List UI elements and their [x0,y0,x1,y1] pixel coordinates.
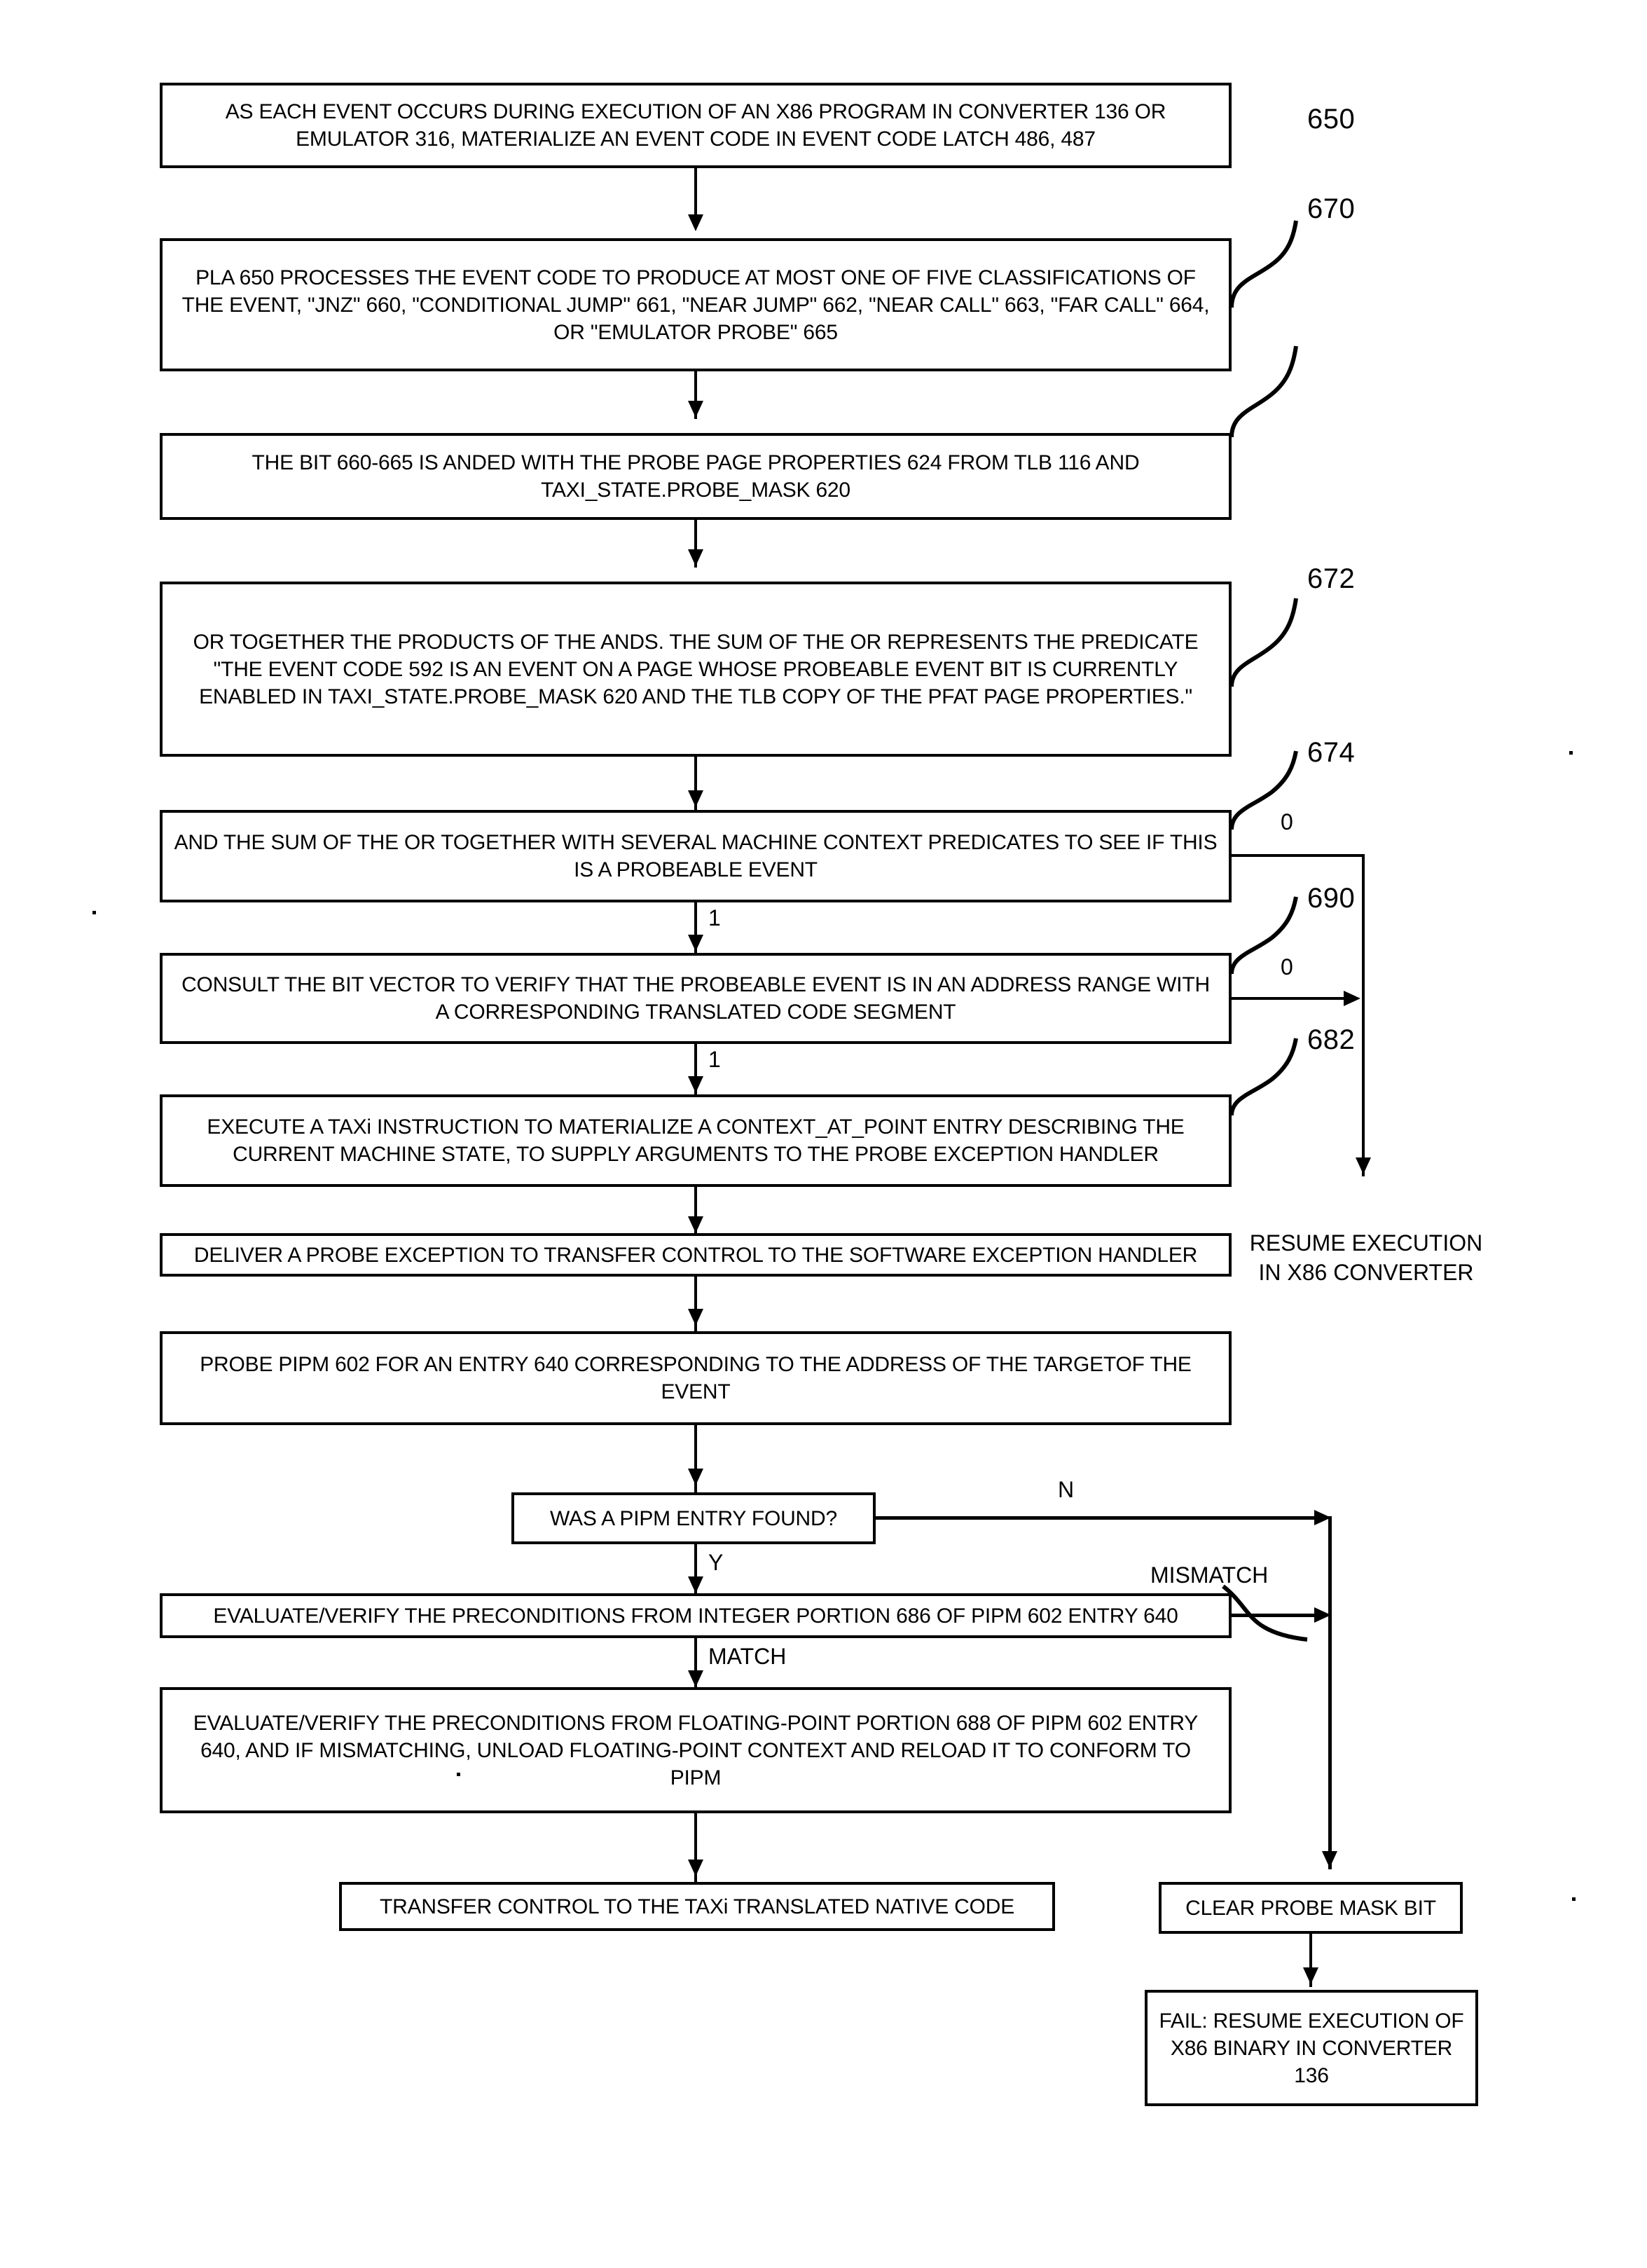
arrowhead-n6-n7 [688,1076,703,1093]
reference-numeral-682: 682 [1307,1024,1356,1055]
scan-speckle [92,911,96,914]
node-pla-classify-event: PLA 650 PROCESSES THE EVENT CODE TO PROD… [160,238,1232,371]
patent-flowchart-figure: AS EACH EVENT OCCURS DURING EXECUTION OF… [0,0,1647,2268]
node-or-together-products-of-ands: OR TOGETHER THE PRODUCTS OF THE ANDS. TH… [160,582,1232,757]
branch-label-n5-false: 0 [1281,809,1293,834]
node-and-sum-with-machine-context-predicates: AND THE SUM OF THE OR TOGETHER WITH SEVE… [160,810,1232,902]
branch-label-n10-yes: Y [708,1550,724,1575]
node-text: DELIVER A PROBE EXCEPTION TO TRANSFER CO… [193,1243,1198,1267]
connector-bottom-merge-v [1328,1516,1332,1869]
node-verify-integer-preconditions: EVALUATE/VERIFY THE PRECONDITIONS FROM I… [160,1593,1232,1638]
reference-numeral-672: 672 [1307,563,1356,594]
terminal-resume-execution: RESUME EXECUTION IN X86 CONVERTER [1249,1230,1483,1285]
node-text: EXECUTE A TAXi INSTRUCTION TO MATERIALIZ… [207,1115,1185,1166]
reference-numeral-670: 670 [1307,193,1356,224]
arrowhead-n12-n13 [688,1860,703,1876]
node-text: PROBE PIPM 602 FOR AN ENTRY 640 CORRESPO… [200,1353,1192,1403]
connector-n6-false-h [1232,997,1345,1000]
node-execute-taxi-instruction: EXECUTE A TAXi INSTRUCTION TO MATERIALIZ… [160,1094,1232,1187]
arrowhead-n3-n4 [688,549,703,566]
scan-speckle [1572,1897,1576,1901]
node-text: CLEAR PROBE MASK BIT [1185,1896,1436,1920]
node-text: AS EACH EVENT OCCURS DURING EXECUTION OF… [225,100,1166,151]
node-probe-pipm-for-entry: PROBE PIPM 602 FOR AN ENTRY 640 CORRESPO… [160,1331,1232,1425]
node-text: FAIL: RESUME EXECUTION OF X86 BINARY IN … [1159,2009,1464,2087]
node-consult-bit-vector: CONSULT THE BIT VECTOR TO VERIFY THAT TH… [160,953,1232,1044]
arrowhead-n4-n5 [688,790,703,807]
branch-label-n10-no: N [1058,1477,1075,1502]
arrowhead-bottom-merge [1322,1851,1337,1868]
branch-label-n5-true: 1 [708,905,721,930]
connector-merge-right-v [1362,854,1365,1176]
arrowhead-n11-n12 [688,1670,703,1687]
node-text: OR TOGETHER THE PRODUCTS OF THE ANDS. TH… [193,630,1199,708]
leader-line-mismatch [1222,1584,1308,1642]
scan-speckle [457,1773,460,1776]
node-deliver-probe-exception: DELIVER A PROBE EXCEPTION TO TRANSFER CO… [160,1233,1232,1277]
node-transfer-control-to-native-code: TRANSFER CONTROL TO THE TAXi TRANSLATED … [339,1882,1055,1931]
node-fail-resume-execution: FAIL: RESUME EXECUTION OF X86 BINARY IN … [1145,1990,1478,2106]
arrowhead-n6-false [1344,991,1360,1006]
arrowhead-n5-n6 [688,935,703,951]
arrowhead-n2-n3 [688,401,703,418]
branch-label-n11-match: MATCH [708,1644,787,1669]
node-text: THE BIT 660-665 IS ANDED WITH THE PROBE … [251,451,1140,502]
branch-label-n6-false: 0 [1281,954,1293,980]
arrowhead-n1-n2 [688,214,703,231]
arrowhead-n10-n11 [688,1576,703,1593]
arrowhead-n7-n8 [688,1216,703,1233]
node-text: PLA 650 PROCESSES THE EVENT CODE TO PROD… [181,266,1210,344]
arrowhead-n9-n10 [688,1469,703,1485]
connector-n10-no-h [876,1516,1317,1520]
scan-speckle [1569,751,1573,755]
node-was-pipm-entry-found: WAS A PIPM ENTRY FOUND? [511,1492,876,1544]
reference-numeral-674: 674 [1307,737,1356,768]
node-text: TRANSFER CONTROL TO THE TAXi TRANSLATED … [379,1895,1015,1918]
node-text: EVALUATE/VERIFY THE PRECONDITIONS FROM F… [193,1711,1199,1789]
arrowhead-n14-n15 [1303,1967,1318,1984]
arrowhead-n8-n9 [688,1309,703,1326]
reference-numeral-690: 690 [1307,883,1356,914]
node-materialize-event-code: AS EACH EVENT OCCURS DURING EXECUTION OF… [160,83,1232,168]
leader-line-670 [1229,345,1298,438]
node-clear-probe-mask-bit: CLEAR PROBE MASK BIT [1159,1882,1463,1934]
arrowhead-n11-mismatch [1314,1607,1331,1623]
node-text: CONSULT THE BIT VECTOR TO VERIFY THAT TH… [181,973,1210,1024]
node-text: EVALUATE/VERIFY THE PRECONDITIONS FROM I… [213,1604,1178,1628]
node-text: AND THE SUM OF THE OR TOGETHER WITH SEVE… [174,831,1218,881]
reference-numeral-650: 650 [1307,104,1356,135]
connector-n5-false-h [1232,854,1365,857]
arrowhead-merge-to-resume [1356,1157,1371,1174]
node-and-bit-with-probe-page-properties: THE BIT 660-665 IS ANDED WITH THE PROBE … [160,433,1232,520]
branch-label-n6-true: 1 [708,1047,721,1072]
node-verify-floating-point-preconditions: EVALUATE/VERIFY THE PRECONDITIONS FROM F… [160,1687,1232,1813]
node-text: WAS A PIPM ENTRY FOUND? [550,1506,837,1530]
connector-n11-mismatch-h [1232,1614,1317,1617]
